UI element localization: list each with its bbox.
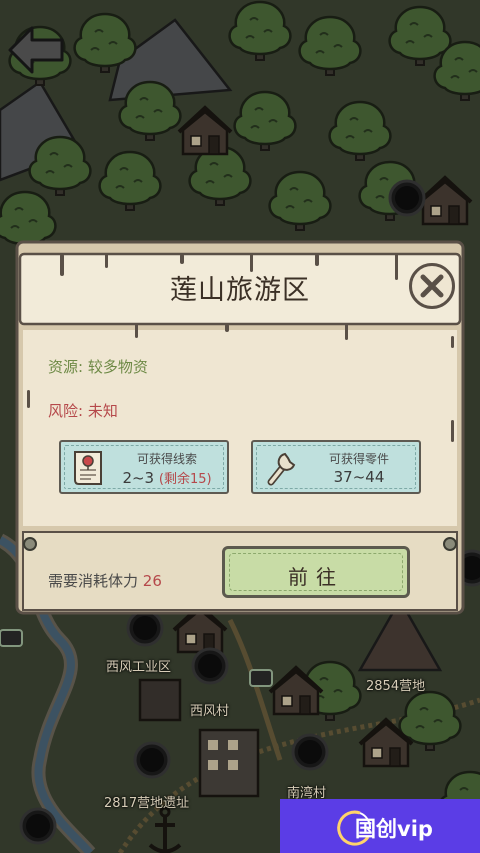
back-button[interactable] [4, 22, 68, 78]
stamina-cost: 需要消耗体力 26 [48, 570, 162, 591]
resource-label: 资源: 较多物资 [48, 358, 148, 376]
clues-remaining: (剩余15) [158, 472, 212, 487]
go-button-label: 前往 [288, 565, 344, 589]
back-arrow-icon [8, 26, 64, 74]
go-button[interactable]: 前往 [222, 546, 410, 598]
close-icon [420, 274, 444, 298]
scroll-map-icon [74, 451, 102, 485]
watermark-text: 国创vip [355, 817, 433, 841]
stamina-cost-label: 需要消耗体力 [48, 572, 139, 590]
map-label-west-industrial[interactable]: 西风工业区 [106, 656, 171, 675]
map-label-west-village[interactable]: 西风村 [190, 700, 229, 719]
wrench-icon [267, 452, 296, 486]
clues-card-title: 可获得线索 [136, 452, 197, 466]
close-button[interactable] [409, 263, 455, 309]
map-label-camp-2817[interactable]: 2817营地遗址 [104, 792, 189, 811]
risk-label: 风险: 未知 [48, 402, 118, 420]
clues-card-value-row: 2~3 (剩余15) [111, 468, 223, 487]
map-label-camp-2854[interactable]: 2854营地 [366, 675, 425, 694]
dialog-title: 莲山旅游区 [170, 275, 310, 306]
stamina-cost-value: 26 [142, 572, 162, 590]
clues-card: 可获得线索 2~3 (剩余15) [59, 440, 229, 494]
clues-card-value: 2~3 [122, 469, 155, 487]
parts-card-title: 可获得零件 [328, 452, 389, 466]
watermark-badge: 国创vip [280, 799, 480, 853]
parts-card-value: 37~44 [333, 468, 385, 486]
parts-card: 可获得零件 37~44 [251, 440, 421, 494]
